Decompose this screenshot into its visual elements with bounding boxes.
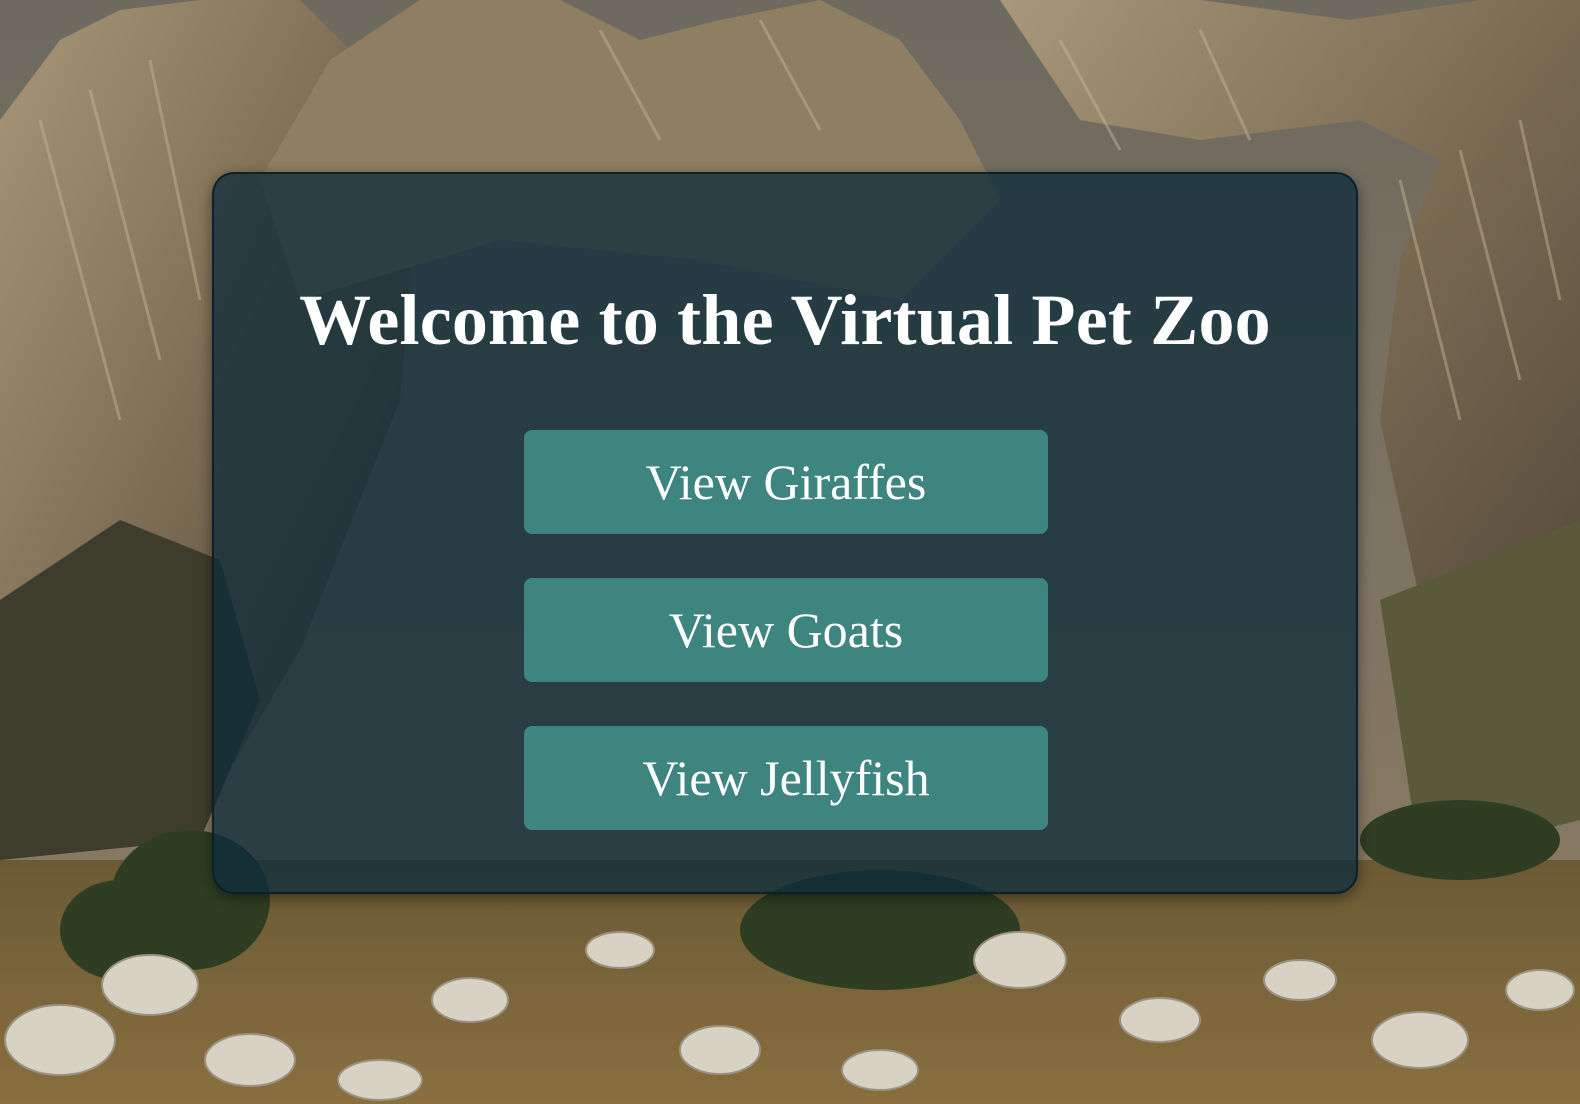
page-title: Welcome to the Virtual Pet Zoo xyxy=(299,280,1271,360)
welcome-panel: Welcome to the Virtual Pet Zoo View Gira… xyxy=(212,172,1358,894)
view-jellyfish-button[interactable]: View Jellyfish xyxy=(524,726,1048,830)
view-goats-button[interactable]: View Goats xyxy=(524,578,1048,682)
view-giraffes-button[interactable]: View Giraffes xyxy=(524,430,1048,534)
